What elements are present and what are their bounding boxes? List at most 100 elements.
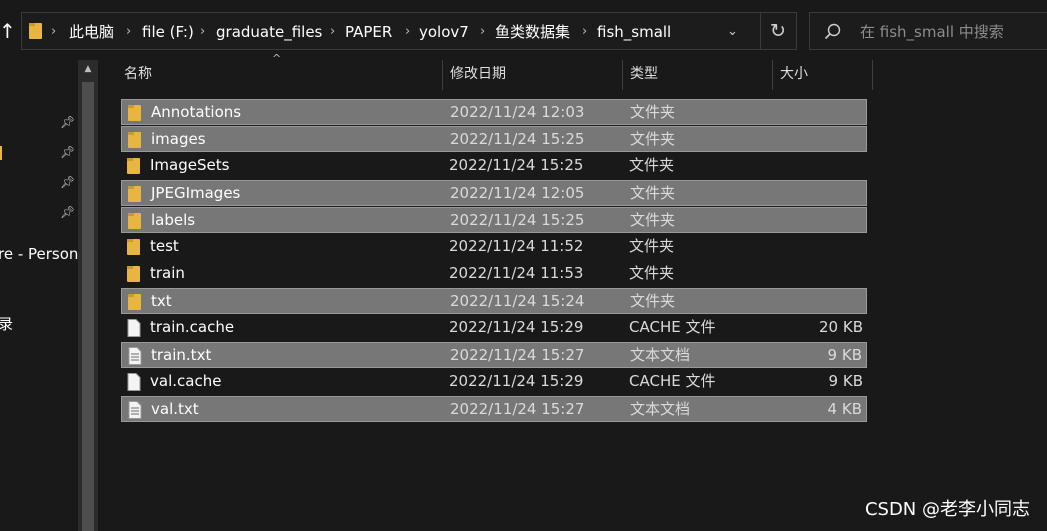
file-name: txt	[151, 292, 172, 310]
file-size: 4 KB	[827, 400, 862, 418]
file-date: 2022/11/24 15:27	[450, 346, 585, 364]
file-row[interactable]: labels 2022/11/24 15:25 文件夹	[121, 207, 867, 233]
file-row[interactable]: val.txt 2022/11/24 15:27 文本文档 4 KB	[121, 396, 867, 422]
navigation-pane: 📌︎ 📌︎ 📌︎ 📌︎ re - Persona 录	[0, 60, 88, 531]
top-bar: ↑ › 此电脑 › file (F:) › graduate_files › P…	[0, 0, 1047, 60]
chevron-right-icon[interactable]: ›	[330, 22, 335, 42]
nav-item-recycle[interactable]: 录	[0, 313, 13, 335]
column-divider[interactable]	[442, 60, 443, 90]
file-name: val.txt	[151, 400, 199, 418]
folder-icon	[29, 22, 43, 44]
file-icon	[127, 319, 141, 341]
breadcrumb-graduate-files[interactable]: graduate_files	[216, 22, 322, 42]
search-box[interactable]: 在 fish_small 中搜索	[809, 12, 1047, 50]
column-header-name[interactable]: 名称	[124, 60, 441, 90]
file-date: 2022/11/24 11:52	[449, 237, 584, 255]
file-type: CACHE 文件	[629, 372, 716, 390]
file-row[interactable]: txt 2022/11/24 15:24 文件夹	[121, 288, 867, 314]
file-row[interactable]: train 2022/11/24 11:53 文件夹	[121, 261, 867, 287]
file-row[interactable]: test 2022/11/24 11:52 文件夹	[121, 234, 867, 260]
folder-icon	[127, 265, 141, 287]
up-arrow-icon[interactable]: ↑	[0, 18, 16, 44]
breadcrumb-fish-dataset[interactable]: 鱼类数据集	[495, 22, 570, 42]
search-icon	[824, 23, 842, 45]
chevron-right-icon[interactable]: ›	[126, 22, 131, 42]
chevron-right-icon[interactable]: ›	[582, 22, 587, 42]
column-divider[interactable]	[622, 60, 623, 90]
folder-icon	[128, 185, 142, 207]
chevron-right-icon[interactable]: ›	[405, 22, 410, 42]
file-name: train	[150, 264, 185, 282]
folder-icon	[128, 104, 142, 126]
pin-icon[interactable]: 📌︎	[60, 145, 75, 159]
folder-icon	[127, 157, 141, 179]
scroll-up-icon[interactable]: ▲	[78, 60, 98, 78]
breadcrumb-this-pc[interactable]: 此电脑	[69, 22, 114, 42]
file-name: images	[151, 130, 206, 148]
column-header-date[interactable]: 修改日期	[450, 60, 620, 90]
pin-icon[interactable]: 📌︎	[60, 175, 75, 189]
file-row[interactable]: val.cache 2022/11/24 15:29 CACHE 文件 9 KB	[121, 369, 867, 395]
chevron-down-icon[interactable]: ⌄	[727, 22, 738, 42]
folder-icon	[128, 131, 142, 153]
file-type: 文本文档	[630, 400, 691, 418]
file-date: 2022/11/24 15:24	[450, 292, 585, 310]
file-name: Annotations	[151, 103, 242, 121]
file-date: 2022/11/24 12:03	[450, 103, 585, 121]
address-bar[interactable]: › 此电脑 › file (F:) › graduate_files › PAP…	[21, 12, 797, 50]
file-date: 2022/11/24 15:25	[450, 130, 585, 148]
file-type: 文件夹	[630, 184, 676, 202]
folder-icon	[0, 146, 2, 160]
file-type: 文本文档	[630, 346, 691, 364]
file-date: 2022/11/24 15:25	[449, 156, 584, 174]
file-row[interactable]: train.cache 2022/11/24 15:29 CACHE 文件 20 KB	[121, 315, 867, 341]
file-name: test	[150, 237, 179, 255]
file-date: 2022/11/24 12:05	[450, 184, 585, 202]
file-row[interactable]: Annotations 2022/11/24 12:03 文件夹	[121, 99, 867, 125]
chevron-right-icon[interactable]: ›	[51, 22, 56, 42]
breadcrumb-yolov7[interactable]: yolov7	[419, 22, 469, 42]
file-row[interactable]: images 2022/11/24 15:25 文件夹	[121, 126, 867, 152]
folder-icon	[128, 293, 142, 315]
file-type: 文件夹	[629, 237, 675, 255]
column-divider[interactable]	[872, 60, 873, 90]
file-name: train.cache	[150, 318, 235, 336]
file-name: JPEGImages	[151, 184, 241, 202]
file-size: 9 KB	[828, 372, 863, 390]
text-file-icon	[128, 401, 142, 423]
file-type: CACHE 文件	[629, 318, 716, 336]
folder-icon	[128, 212, 142, 234]
file-type: 文件夹	[630, 103, 676, 121]
file-size: 20 KB	[819, 318, 863, 336]
column-divider[interactable]	[772, 60, 773, 90]
nav-item-onedrive[interactable]: re - Persona	[0, 243, 88, 265]
file-type: 文件夹	[629, 264, 675, 282]
file-name: val.cache	[150, 372, 222, 390]
file-date: 2022/11/24 15:29	[449, 318, 584, 336]
chevron-right-icon[interactable]: ›	[480, 22, 485, 42]
file-row[interactable]: ImageSets 2022/11/24 15:25 文件夹	[121, 153, 867, 179]
nav-scrollbar[interactable]: ▲	[78, 60, 98, 531]
file-icon	[127, 373, 141, 395]
column-header-size[interactable]: 大小	[780, 60, 870, 90]
chevron-right-icon[interactable]: ›	[200, 22, 205, 42]
breadcrumb-drive[interactable]: file (F:)	[142, 22, 194, 42]
breadcrumb-paper[interactable]: PAPER	[345, 22, 392, 42]
pin-icon[interactable]: 📌︎	[60, 115, 75, 129]
refresh-icon[interactable]: ↻	[766, 20, 790, 42]
breadcrumb-fish-small[interactable]: fish_small	[597, 22, 671, 42]
column-header-type[interactable]: 类型	[630, 60, 770, 90]
watermark: CSDN @老李小同志	[864, 499, 1030, 520]
pin-icon[interactable]: 📌︎	[60, 205, 75, 219]
scrollbar-thumb[interactable]	[82, 82, 94, 531]
file-row[interactable]: JPEGImages 2022/11/24 12:05 文件夹	[121, 180, 867, 206]
file-type: 文件夹	[629, 156, 675, 174]
file-size: 9 KB	[827, 346, 862, 364]
file-type: 文件夹	[630, 130, 676, 148]
search-input[interactable]: 在 fish_small 中搜索	[860, 22, 1004, 42]
folder-icon	[127, 238, 141, 260]
file-date: 2022/11/24 15:25	[450, 211, 585, 229]
file-date: 2022/11/24 11:53	[449, 264, 584, 282]
file-row[interactable]: train.txt 2022/11/24 15:27 文本文档 9 KB	[121, 342, 867, 368]
file-name: labels	[151, 211, 196, 229]
